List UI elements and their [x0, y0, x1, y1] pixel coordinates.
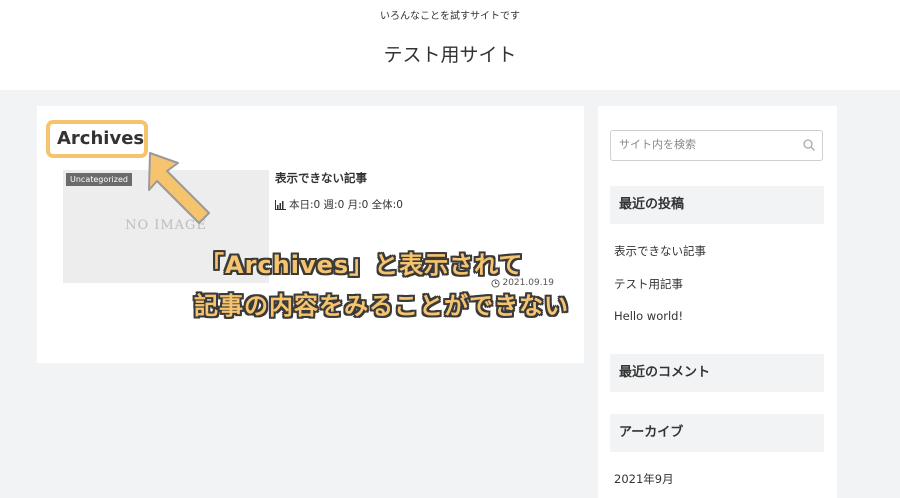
- entry-title-link[interactable]: 表示できない記事: [275, 170, 367, 186]
- category-badge: Uncategorized: [66, 173, 132, 186]
- annotation-line-1: 「Archives」と表示されて: [200, 251, 524, 279]
- site-tagline: いろんなことを試すサイトです: [380, 11, 520, 22]
- pageview-text: 本日:0 週:0 月:0 全体:0: [289, 199, 403, 211]
- annotation-line-2: 記事の内容をみることができない: [194, 292, 569, 320]
- recent-post-link[interactable]: 表示できない記事: [614, 243, 706, 259]
- bar-chart-icon: [275, 199, 286, 210]
- recent-post-link[interactable]: Hello world!: [614, 309, 683, 323]
- highlight-box: [46, 120, 148, 158]
- sidebar-search: [610, 130, 823, 161]
- pageview-stats: 本日:0 週:0 月:0 全体:0: [275, 197, 403, 212]
- site-header: いろんなことを試すサイトです テスト用サイト: [0, 0, 900, 90]
- recent-post-link[interactable]: テスト用記事: [614, 276, 683, 292]
- archive-month-link[interactable]: 2021年9月: [614, 471, 674, 487]
- recent-posts-title: 最近の投稿: [610, 186, 824, 224]
- sidebar: 最近の投稿 表示できない記事 テスト用記事 Hello world! 最近のコメ…: [598, 106, 837, 498]
- search-icon[interactable]: [802, 138, 816, 152]
- no-image-text: NO IMAGE: [125, 218, 207, 233]
- archives-widget-title: アーカイブ: [610, 414, 824, 452]
- site-title-link[interactable]: テスト用サイト: [0, 40, 900, 67]
- recent-comments-title: 最近のコメント: [610, 354, 824, 392]
- search-input[interactable]: [619, 138, 799, 151]
